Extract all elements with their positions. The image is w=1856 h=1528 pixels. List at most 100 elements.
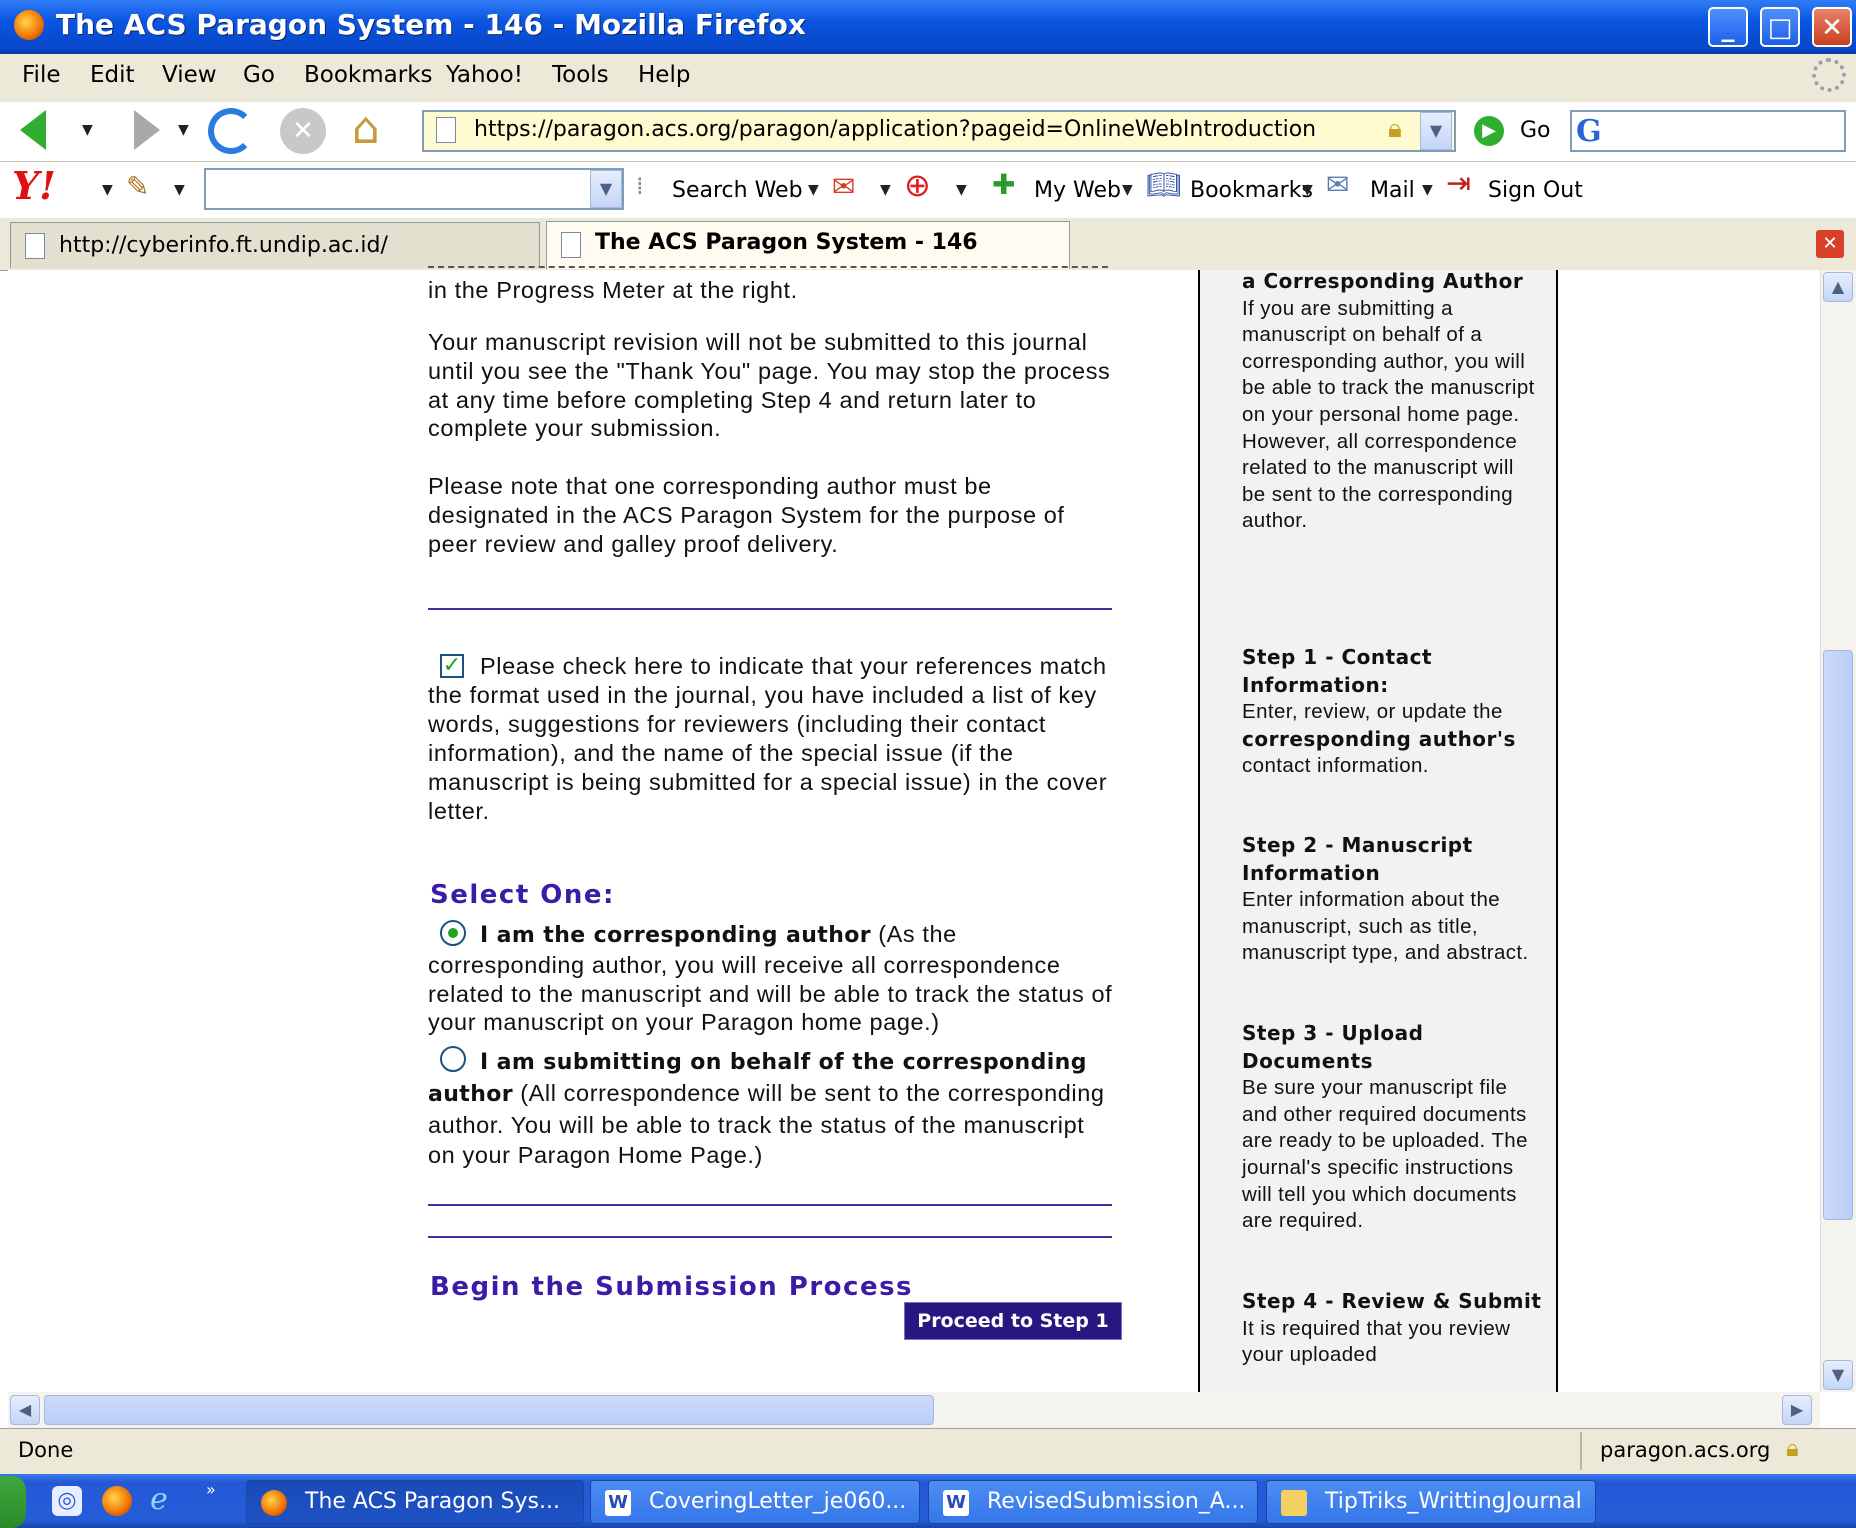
yahoo-search-dropdown-icon[interactable]: ▼ bbox=[590, 170, 622, 208]
firefox-icon bbox=[261, 1490, 287, 1516]
radio1-bold: I am the corresponding author bbox=[480, 923, 872, 948]
google-search-input[interactable] bbox=[1570, 110, 1846, 152]
back-dropdown-icon[interactable]: ▼ bbox=[82, 122, 93, 138]
divider bbox=[428, 1236, 1112, 1238]
step4-section: Step 4 - Review & Submit It is required … bbox=[1242, 1288, 1542, 1392]
scroll-right-icon[interactable]: ▶ bbox=[1782, 1395, 1812, 1425]
proceed-to-step1-button[interactable]: Proceed to Step 1 bbox=[904, 1302, 1122, 1340]
vertical-scroll-thumb[interactable] bbox=[1823, 650, 1853, 1220]
highlight-icon[interactable]: ✉ bbox=[832, 170, 855, 203]
highlight-dropdown-icon[interactable]: ▼ bbox=[880, 182, 891, 198]
start-button[interactable] bbox=[0, 1476, 26, 1528]
more-quicklaunch-icon[interactable]: » bbox=[206, 1480, 216, 1499]
menu-file[interactable]: File bbox=[22, 62, 61, 88]
my-web-button[interactable]: My Web bbox=[1034, 178, 1121, 203]
window-title-bar[interactable]: The ACS Paragon System - 146 - Mozilla F… bbox=[0, 0, 1856, 54]
forward-icon[interactable] bbox=[134, 110, 160, 150]
bookmarks-icon[interactable]: 📖︎ bbox=[1146, 168, 1182, 201]
firefox-quicklaunch-icon[interactable] bbox=[102, 1486, 132, 1516]
step1-section: Step 1 - Contact Information: Enter, rev… bbox=[1242, 644, 1542, 780]
sign-out-button[interactable]: Sign Out bbox=[1488, 178, 1583, 203]
taskbar-item-tiptriks-folder[interactable]: TipTriks_WrittingJournal bbox=[1266, 1480, 1596, 1524]
mail-icon[interactable]: ✉ bbox=[1326, 168, 1349, 201]
scroll-left-icon[interactable]: ◀ bbox=[10, 1395, 40, 1425]
status-text: Done bbox=[18, 1438, 74, 1462]
yahoo-logo-icon[interactable]: Y! bbox=[12, 166, 56, 206]
step3-text: Be sure your manuscript file and other r… bbox=[1242, 1076, 1528, 1233]
menu-edit[interactable]: Edit bbox=[90, 62, 135, 88]
close-window-button[interactable]: ✕ bbox=[1812, 7, 1852, 47]
references-check-text: Please check here to indicate that your … bbox=[428, 653, 1108, 824]
yahoo-search-input[interactable] bbox=[204, 168, 624, 210]
corr-text: If you are submitting a manuscript on be… bbox=[1242, 296, 1535, 533]
menu-tools[interactable]: Tools bbox=[552, 62, 609, 88]
menu-view[interactable]: View bbox=[162, 62, 217, 88]
radio2-label[interactable]: I am submitting on behalf of the corresp… bbox=[428, 1046, 1118, 1170]
stop-icon[interactable]: ✕ bbox=[280, 108, 326, 154]
search-web-button[interactable]: Search Web bbox=[672, 178, 803, 203]
reload-icon[interactable] bbox=[208, 108, 254, 154]
scroll-up-icon[interactable]: ▲ bbox=[1823, 272, 1853, 302]
radio1-label[interactable]: I am the corresponding author (As the co… bbox=[428, 920, 1118, 1037]
step2-title: Step 2 - Manuscript Information bbox=[1242, 833, 1473, 885]
status-divider bbox=[1580, 1432, 1582, 1470]
lock-icon[interactable]: 🔒︎ bbox=[1388, 114, 1402, 145]
begin-submission-heading: Begin the Submission Process bbox=[430, 1272, 914, 1302]
taskbar-item-covering-letter[interactable]: W CoveringLetter_je060... bbox=[590, 1480, 920, 1524]
my-web-icon[interactable]: ✚ bbox=[992, 168, 1015, 201]
folder-icon bbox=[1281, 1490, 1307, 1516]
menu-go[interactable]: Go bbox=[243, 62, 275, 88]
horizontal-scroll-thumb[interactable] bbox=[44, 1395, 934, 1425]
maximize-button[interactable]: □ bbox=[1760, 7, 1800, 47]
menu-yahoo[interactable]: Yahoo! bbox=[446, 62, 523, 88]
mail-dropdown-icon[interactable]: ▼ bbox=[1422, 182, 1433, 198]
status-bar bbox=[0, 1428, 1856, 1475]
url-text[interactable]: https://paragon.acs.org/paragon/applicat… bbox=[474, 117, 1316, 142]
minimize-button[interactable]: _ bbox=[1708, 7, 1748, 47]
mail-button[interactable]: Mail bbox=[1370, 178, 1415, 203]
scroll-down-icon[interactable]: ▼ bbox=[1823, 1360, 1853, 1390]
firefox-icon bbox=[14, 10, 44, 40]
menu-bookmarks[interactable]: Bookmarks bbox=[304, 62, 433, 88]
bookmarks-button[interactable]: Bookmarks bbox=[1190, 178, 1313, 203]
sign-out-icon[interactable]: ⇥ bbox=[1446, 166, 1471, 201]
forward-dropdown-icon[interactable]: ▼ bbox=[178, 122, 189, 138]
pencil-icon[interactable]: ✎ bbox=[126, 170, 149, 203]
divider bbox=[428, 1204, 1112, 1206]
home-icon[interactable]: ⌂ bbox=[352, 104, 402, 154]
taskbar-label: RevisedSubmission_A... bbox=[987, 1489, 1246, 1514]
taskbar-item-revised-submission[interactable]: W RevisedSubmission_A... bbox=[928, 1480, 1258, 1524]
step1-pre: Enter, review, or update the bbox=[1242, 700, 1503, 724]
my-web-dropdown-icon[interactable]: ▼ bbox=[1122, 182, 1133, 198]
step1-title: Step 1 - Contact Information: bbox=[1242, 645, 1433, 697]
search-web-dropdown-icon[interactable]: ▼ bbox=[808, 182, 819, 198]
pencil-dropdown-icon[interactable]: ▼ bbox=[174, 182, 185, 198]
step2-section: Step 2 - Manuscript Information Enter in… bbox=[1242, 832, 1542, 967]
step2-text: Enter information about the manuscript, … bbox=[1242, 888, 1529, 965]
tab-acs-paragon[interactable]: The ACS Paragon System - 146 bbox=[546, 221, 1070, 269]
url-dropdown-icon[interactable]: ▼ bbox=[1420, 112, 1452, 150]
divider bbox=[428, 608, 1112, 610]
menu-help[interactable]: Help bbox=[638, 62, 690, 88]
back-icon[interactable] bbox=[20, 110, 46, 150]
step1-bold: corresponding author's bbox=[1242, 726, 1516, 751]
antispy-dropdown-icon[interactable]: ▼ bbox=[956, 182, 967, 198]
close-tab-icon[interactable]: ✕ bbox=[1816, 230, 1844, 258]
ie-quicklaunch-icon[interactable]: ℯ bbox=[150, 1482, 168, 1517]
step4-text: It is required that you review your uplo… bbox=[1242, 1316, 1511, 1367]
taskbar-item-firefox[interactable]: The ACS Paragon Sys... bbox=[246, 1480, 584, 1524]
bookmarks-dropdown-icon[interactable]: ▼ bbox=[1302, 182, 1313, 198]
cut-line-fragment bbox=[428, 264, 1108, 270]
google-icon: G bbox=[1576, 114, 1602, 149]
throbber-icon bbox=[1812, 58, 1846, 92]
go-button[interactable]: Go bbox=[1520, 118, 1551, 143]
go-icon[interactable]: ▶ bbox=[1474, 116, 1504, 146]
show-desktop-icon[interactable]: ◎ bbox=[52, 1486, 82, 1516]
tab-label: The ACS Paragon System - 146 bbox=[595, 230, 978, 255]
yahoo-dropdown-icon[interactable]: ▼ bbox=[102, 182, 113, 198]
taskbar-label: CoveringLetter_je060... bbox=[649, 1489, 907, 1514]
tab-cyberinfo[interactable]: http://cyberinfo.ft.undip.ac.id/ bbox=[10, 222, 540, 268]
antispy-icon[interactable]: ⊕ bbox=[904, 166, 931, 204]
secure-lock-icon[interactable]: 🔒︎ bbox=[1786, 1434, 1799, 1462]
step1-post: contact information. bbox=[1242, 754, 1429, 778]
